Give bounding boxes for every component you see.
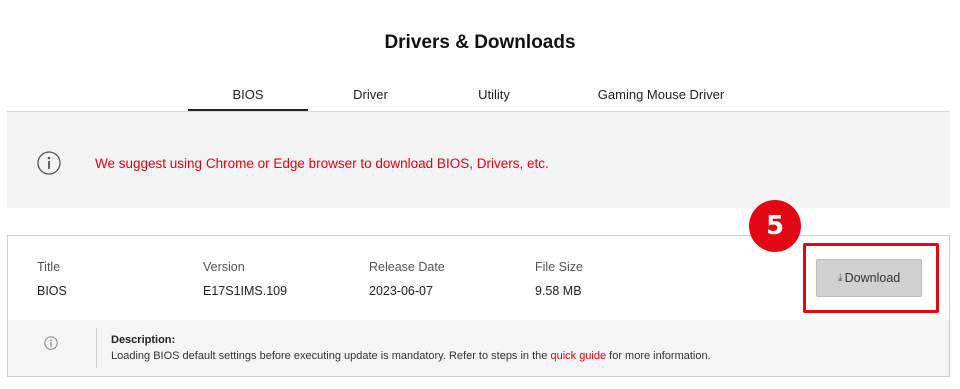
description-heading: Description: <box>111 334 176 346</box>
description-divider <box>96 328 97 368</box>
step-number-badge: 5 <box>749 200 801 252</box>
download-button[interactable]: ⤓ Download <box>816 259 922 297</box>
description-text-before: Loading BIOS default settings before exe… <box>111 350 551 362</box>
description-area: Description: Loading BIOS default settin… <box>8 320 949 376</box>
file-size: 9.58 MB <box>535 284 582 298</box>
tab-driver[interactable]: Driver <box>308 80 433 110</box>
file-version: E17S1IMS.109 <box>203 284 288 298</box>
file-size-column-label: File Size <box>535 260 583 274</box>
notice-text: We suggest using Chrome or Edge browser … <box>95 156 549 171</box>
description-text: Loading BIOS default settings before exe… <box>111 350 711 362</box>
file-release-date: 2023-06-07 <box>369 284 433 298</box>
file-entry-card: Title BIOS Version E17S1IMS.109 Release … <box>7 235 950 377</box>
release-date-column-label: Release Date <box>369 260 445 274</box>
category-tabs: BIOS Driver Utility Gaming Mouse Driver <box>7 80 950 112</box>
quick-guide-link[interactable]: quick guide <box>550 350 606 362</box>
version-column-label: Version <box>203 260 245 274</box>
title-column-label: Title <box>37 260 61 274</box>
info-circle-icon <box>37 151 61 175</box>
browser-notice: We suggest using Chrome or Edge browser … <box>7 112 950 208</box>
tab-gaming-mouse-driver[interactable]: Gaming Mouse Driver <box>555 80 767 110</box>
description-text-after: for more information. <box>606 350 711 362</box>
download-icon: ⤓ <box>837 271 843 284</box>
tab-bios[interactable]: BIOS <box>188 80 308 111</box>
info-circle-small-icon <box>44 336 58 350</box>
file-title: BIOS <box>37 284 67 298</box>
page-title: Drivers & Downloads <box>384 32 576 53</box>
tab-utility[interactable]: Utility <box>433 80 555 110</box>
download-button-label: Download <box>844 271 901 285</box>
